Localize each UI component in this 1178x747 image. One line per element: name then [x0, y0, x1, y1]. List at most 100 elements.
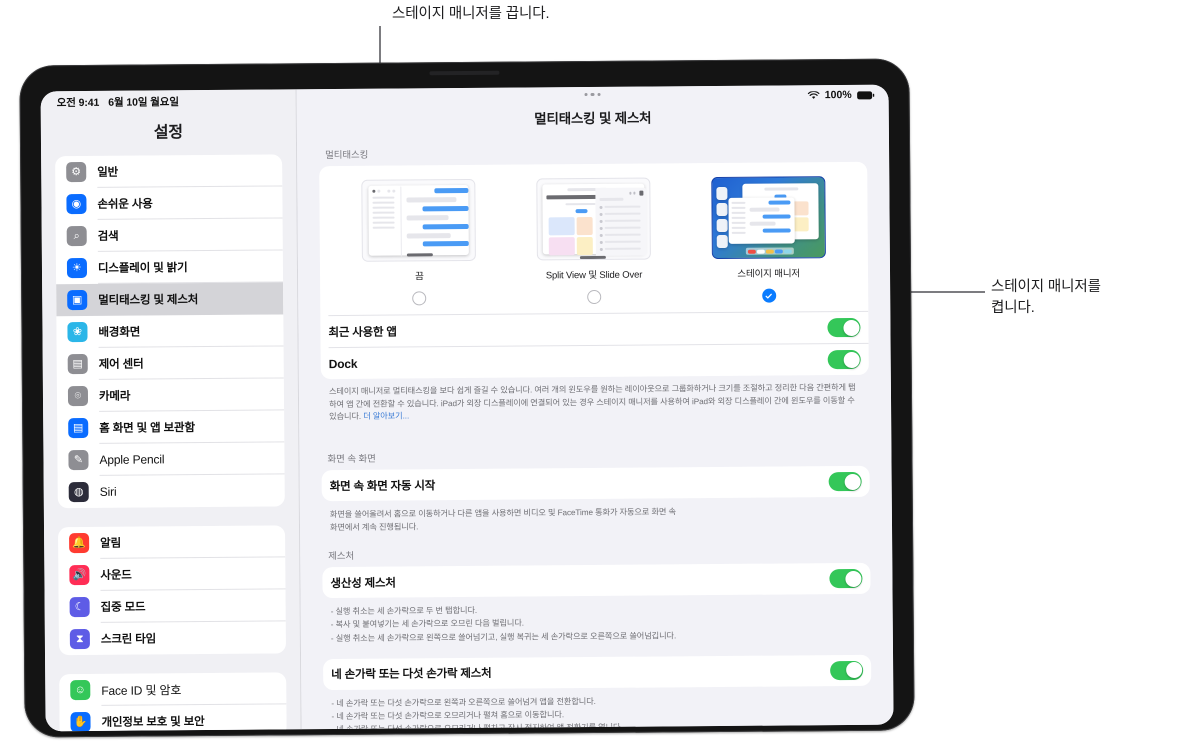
notifications-icon: 🔔	[69, 532, 90, 554]
sidebar-item-Face-ID-및-암호[interactable]: ☺ Face ID 및 암호	[59, 672, 287, 706]
settings-sidebar[interactable]: 오전 9:41 6월 10일 월요일 설정 ⚙ 일반 ◉ 손쉬운 사용 ⌕ 검색 ☀ 디스플레…	[40, 89, 302, 732]
detail-pane[interactable]: 100% 멀티태스킹 및 제스처 멀티태스킹 끔 Split View 및 Sl…	[296, 84, 894, 730]
mode-label-off: 끔	[415, 271, 424, 283]
sidebar-item-Siri[interactable]: ◍ Siri	[58, 474, 285, 508]
sidebar-item-label: 카메라	[98, 390, 131, 403]
status-time: 오전 9:41	[56, 96, 100, 109]
sidebar-item-일반[interactable]: ⚙ 일반	[55, 154, 283, 188]
row-pip-auto-start[interactable]: 화면 속 화면 자동 시작	[322, 466, 870, 501]
section-pip: 화면 속 화면 화면 속 화면 자동 시작 화면을 쓸어올려서 홈으로 이동하거…	[321, 447, 870, 535]
gestures-note: - 실행 취소는 세 손가락으로 두 번 탭합니다. - 복사 및 붙여넣기는 …	[330, 606, 677, 643]
row-label-productivity-gestures: 생산성 제스처	[330, 577, 396, 590]
row-multifinger-gestures[interactable]: 네 손가락 또는 다섯 손가락 제스처	[323, 655, 871, 690]
multitasking-mode-radios[interactable]	[320, 281, 868, 315]
sidebar-item-label: 홈 화면 및 앱 보관함	[99, 422, 195, 435]
apple-pencil-icon: ✎	[68, 449, 89, 471]
mode-option-stage-manager[interactable]: 스테이지 매니저	[698, 176, 839, 280]
sidebar-item-검색[interactable]: ⌕ 검색	[56, 218, 283, 252]
detail-body[interactable]: 멀티태스킹 끔 Split View 및 Slide Over 스테이지 매니저…	[297, 143, 894, 729]
sidebar-item-알림[interactable]: 🔔 알림	[58, 525, 286, 559]
row-dock[interactable]: Dock	[321, 344, 869, 379]
sidebar-item-카메라[interactable]: ⌾ 카메라	[57, 378, 285, 412]
pip-card[interactable]: 화면 속 화면 자동 시작	[321, 465, 870, 502]
sidebar-item-label: 멀티태스킹 및 제스처	[98, 294, 199, 307]
gear-icon: ⚙	[66, 161, 87, 183]
toggle-dock[interactable]	[827, 349, 861, 370]
sidebar-item-배경화면[interactable]: ❀ 배경화면	[56, 314, 284, 348]
sidebar-item-스크린-타임[interactable]: ⧗ 스크린 타임	[59, 621, 286, 655]
toggle-multifinger-gestures[interactable]	[830, 660, 864, 680]
ipad-screen: 오전 9:41 6월 10일 월요일 설정 ⚙ 일반 ◉ 손쉬운 사용 ⌕ 검색 ☀ 디스플레…	[40, 84, 894, 732]
sidebar-item-label: 스크린 타임	[100, 633, 157, 646]
sidebar-item-개인정보-보호-및-보안[interactable]: ✋ 개인정보 보호 및 보안	[59, 704, 286, 732]
multitasking-note: 스테이지 매니저로 멀티태스킹을 보다 쉽게 즐길 수 있습니다. 여러 개의 …	[321, 375, 869, 437]
radio-split-view[interactable]	[587, 289, 602, 305]
row-recent-apps[interactable]: 최근 사용한 앱	[320, 312, 868, 347]
mode-label-split-view: Split View 및 Slide Over	[545, 269, 643, 282]
accessibility-icon: ◉	[66, 193, 87, 215]
sidebar-item-멀티태스킹-및-제스처[interactable]: ▣ 멀티태스킹 및 제스처	[56, 282, 284, 317]
screenshot-root: 스테이지 매니저를 끕니다. 스테이지 매니저를 켭니다. 오전 9:41 6월…	[0, 0, 1178, 747]
mode-label-stage-manager: 스테이지 매니저	[737, 268, 801, 280]
multitasking-card[interactable]: 끔 Split View 및 Slide Over 스테이지 매니저 최근 사용…	[319, 161, 869, 380]
radio-cell-stage-manager[interactable]	[699, 288, 839, 303]
front-camera	[429, 70, 500, 76]
sidebar-item-홈-화면-및-앱-보관함[interactable]: ▤ 홈 화면 및 앱 보관함	[57, 410, 285, 444]
row-label-multifinger-gestures: 네 손가락 또는 다섯 손가락 제스처	[331, 668, 492, 682]
toggle-productivity-gestures[interactable]	[829, 569, 863, 589]
sidebar-group-2: ☺ Face ID 및 암호 ✋ 개인정보 보호 및 보안	[59, 672, 287, 732]
sidebar-item-제어-센터[interactable]: ▤ 제어 센터	[57, 346, 284, 380]
multifinger-card[interactable]: 네 손가락 또는 다섯 손가락 제스처	[323, 654, 872, 690]
brightness-icon: ☀	[66, 257, 88, 279]
sidebar-item-Apple-Pencil[interactable]: ✎ Apple Pencil	[57, 442, 285, 476]
privacy-icon: ✋	[70, 711, 91, 732]
page-title: 설정	[153, 124, 183, 142]
status-date: 6월 10일 월요일	[108, 95, 179, 109]
split-view-thumb	[536, 177, 651, 261]
sidebar-item-label: 배경화면	[98, 326, 141, 339]
toggle-pip-auto-start[interactable]	[828, 472, 862, 492]
row-label-pip-auto-start: 화면 속 화면 자동 시작	[329, 479, 436, 493]
radio-stage-manager[interactable]	[761, 288, 776, 303]
radio-cell-off[interactable]	[349, 291, 489, 306]
sidebar-item-집중-모드[interactable]: ☾ 집중 모드	[59, 589, 286, 623]
section-multifinger: 네 손가락 또는 다섯 손가락 제스처 - 네 손가락 또는 다섯 손가락으로 …	[323, 654, 872, 729]
radio-cell-split-view[interactable]	[524, 289, 664, 305]
sidebar-item-label: Siri	[99, 484, 117, 499]
battery-percent: 100%	[824, 88, 852, 102]
wallpaper-icon: ❀	[67, 321, 88, 343]
face-id-icon: ☺	[70, 679, 91, 701]
gestures-card[interactable]: 생산성 제스처	[322, 563, 871, 599]
sound-icon: 🔊	[69, 564, 90, 586]
sidebar-item-사운드[interactable]: 🔊 사운드	[58, 557, 286, 591]
focus-icon: ☾	[69, 596, 90, 618]
sidebar-item-label: 알림	[100, 537, 122, 550]
sidebar-item-손쉬운-사용[interactable]: ◉ 손쉬운 사용	[55, 186, 283, 220]
battery-full-icon	[857, 90, 875, 99]
row-label-recent-apps: 최근 사용한 앱	[328, 326, 397, 339]
radio-off[interactable]	[412, 291, 427, 306]
more-options-icon[interactable]	[584, 92, 601, 97]
sidebar-item-label: 개인정보 보호 및 보안	[101, 716, 205, 729]
sidebar-item-label: 일반	[97, 166, 119, 179]
multitasking-note-link[interactable]: 더 알아보기...	[363, 412, 409, 421]
sidebar-item-label: 검색	[97, 230, 119, 243]
sidebar-item-label: 제어 센터	[98, 358, 144, 371]
multitasking-mode-list[interactable]: 끔 Split View 및 Slide Over 스테이지 매니저	[319, 162, 868, 285]
toggle-recent-apps[interactable]	[827, 317, 861, 338]
sidebar-item-label: Apple Pencil	[99, 452, 165, 467]
screen-time-icon: ⧗	[69, 628, 90, 650]
mode-option-split-view[interactable]: Split View 및 Slide Over	[523, 177, 664, 281]
wifi-icon	[807, 90, 820, 99]
off-thumb	[361, 178, 477, 262]
row-productivity-gestures[interactable]: 생산성 제스처	[322, 563, 870, 598]
section-gestures: 제스처 생산성 제스처 - 실행 취소는 세 손가락으로 두 번 탭합니다. -…	[322, 544, 871, 645]
sidebar-item-디스플레이-및-밝기[interactable]: ☀ 디스플레이 및 밝기	[56, 250, 284, 284]
row-label-dock: Dock	[328, 356, 358, 371]
sidebar-group-1: 🔔 알림 🔊 사운드 ☾ 집중 모드 ⧗ 스크린 타임	[58, 525, 287, 656]
sidebar-item-label: 사운드	[100, 569, 132, 582]
sidebar-scroll-area[interactable]: ⚙ 일반 ◉ 손쉬운 사용 ⌕ 검색 ☀ 디스플레이 및 밝기 ▣ 멀티태스킹 및 제스처 ❀ 배경화…	[41, 154, 301, 732]
mode-option-off[interactable]: 끔	[349, 178, 490, 283]
sidebar-item-label: 손쉬운 사용	[97, 198, 153, 211]
pip-note: 화면을 쓸어올려서 홈으로 이동하거나 다른 앱을 사용하면 비디오 및 Fac…	[329, 507, 676, 533]
